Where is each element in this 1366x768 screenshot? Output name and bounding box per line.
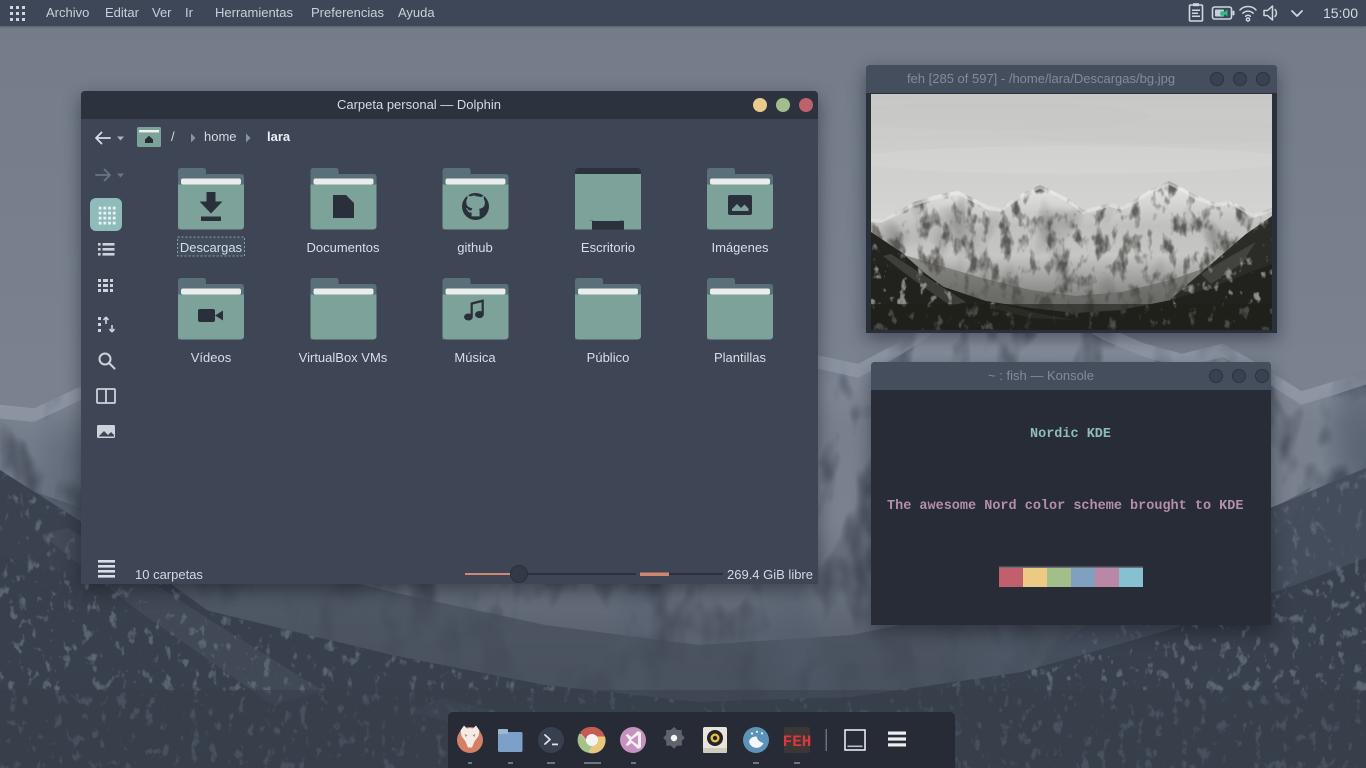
- svg-text:FEH: FEH: [783, 733, 812, 751]
